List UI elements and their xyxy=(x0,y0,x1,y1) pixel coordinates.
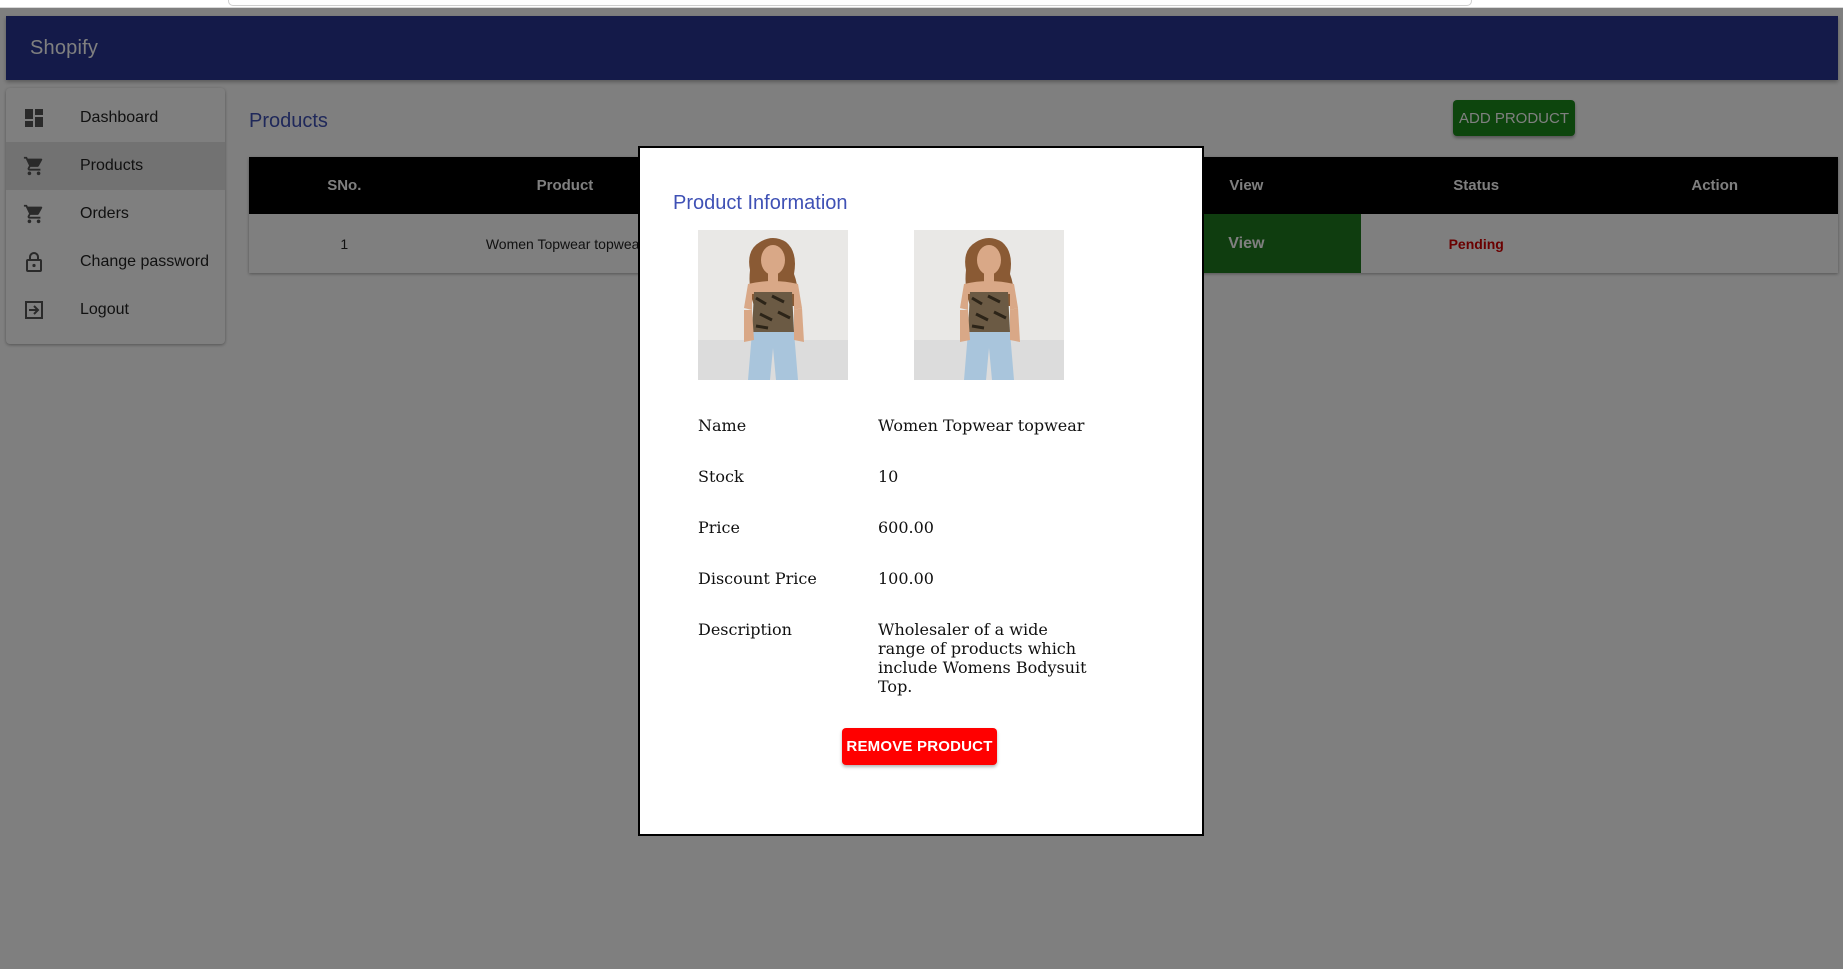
discount-value: 100.00 xyxy=(878,569,934,588)
address-bar[interactable] xyxy=(228,0,1472,6)
price-label: Price xyxy=(698,518,740,537)
name-label: Name xyxy=(698,416,747,435)
product-image xyxy=(914,230,1064,380)
product-info-modal: Product Information Name Women Topwear t… xyxy=(638,146,1204,836)
product-image xyxy=(698,230,848,380)
name-value: Women Topwear topwear xyxy=(878,416,1085,435)
discount-label: Discount Price xyxy=(698,569,817,588)
stock-value: 10 xyxy=(878,467,899,486)
stock-label: Stock xyxy=(698,467,744,486)
remove-product-button[interactable]: REMOVE PRODUCT xyxy=(842,728,997,765)
modal-title: Product Information xyxy=(673,192,848,214)
description-label: Description xyxy=(698,620,792,639)
description-value: Wholesaler of a wide range of products w… xyxy=(878,620,1087,696)
price-value: 600.00 xyxy=(878,518,934,537)
browser-strip xyxy=(0,0,1843,8)
